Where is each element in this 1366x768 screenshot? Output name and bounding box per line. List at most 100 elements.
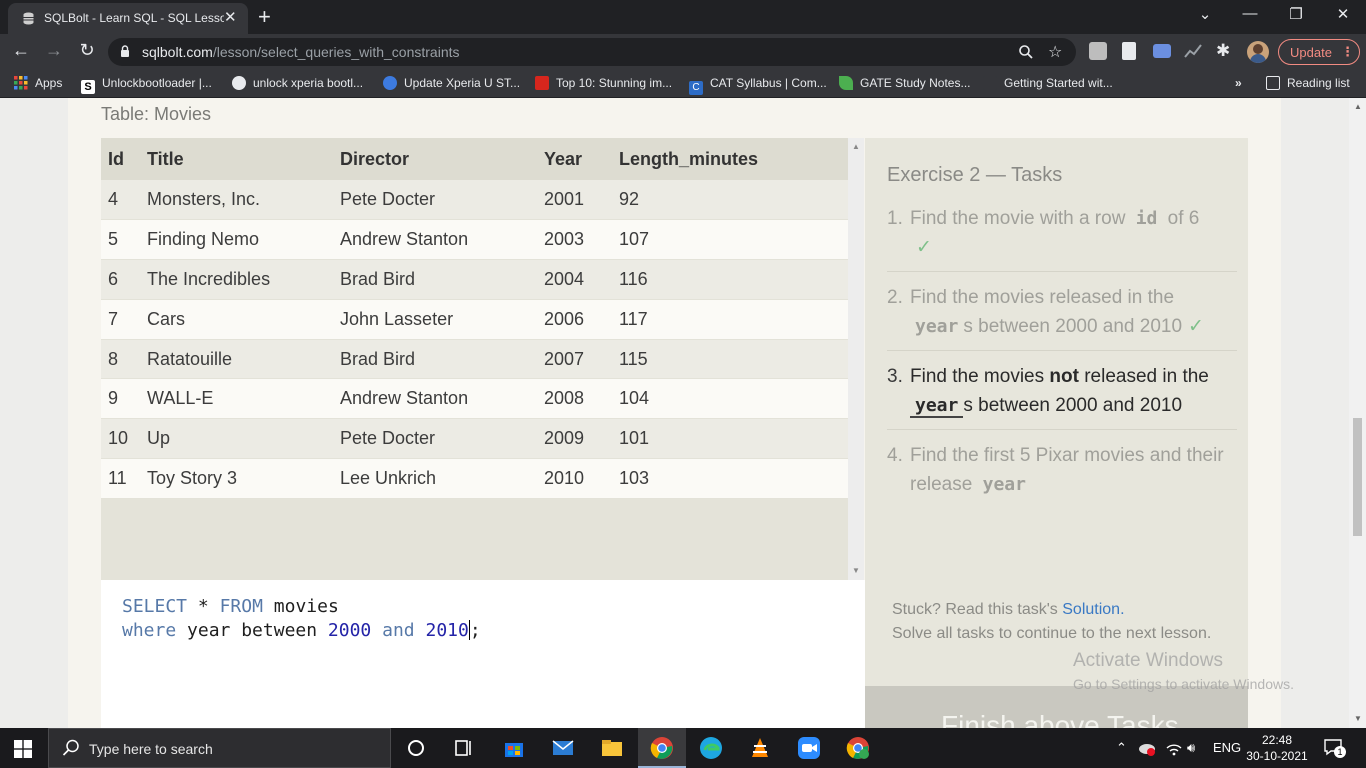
task-text: released in the bbox=[1084, 366, 1209, 387]
close-window-button[interactable]: ✕ bbox=[1333, 5, 1353, 23]
cell-length: 101 bbox=[619, 418, 848, 460]
update-button[interactable]: Update ⋮ bbox=[1278, 39, 1360, 65]
bookmark-star-icon[interactable]: ☆ bbox=[1048, 42, 1062, 62]
file-explorer-icon[interactable] bbox=[600, 736, 624, 760]
task-index: 1. bbox=[887, 208, 903, 229]
bookmark-label: unlock xperia bootl... bbox=[253, 76, 364, 90]
onedrive-error-icon[interactable] bbox=[1138, 739, 1156, 757]
sql-query-editor[interactable]: SELECT * FROM movies where year between … bbox=[101, 580, 865, 728]
page-scroll-up-icon[interactable]: ▲ bbox=[1354, 102, 1362, 111]
chrome-profile-icon[interactable] bbox=[846, 736, 870, 760]
cell-title: Finding Nemo bbox=[147, 219, 340, 261]
bookmark-getting-started[interactable]: Getting Started wit... bbox=[983, 76, 1113, 90]
bookmark-label: Unlockbootloader |... bbox=[102, 76, 212, 90]
tab-close-icon[interactable]: ✕ bbox=[224, 8, 237, 26]
chrome-icon[interactable] bbox=[650, 736, 674, 760]
zoom-icon[interactable] bbox=[1018, 44, 1034, 60]
reading-list-button[interactable]: Reading list bbox=[1266, 76, 1350, 90]
lock-icon[interactable] bbox=[120, 45, 130, 58]
scroll-down-arrow-icon[interactable]: ▼ bbox=[852, 566, 860, 575]
table-scrollbar[interactable]: ▲ ▼ bbox=[848, 138, 864, 580]
bookmark-gate-notes[interactable]: GATE Study Notes... bbox=[839, 76, 970, 90]
bookmark-label: Update Xperia U ST... bbox=[404, 76, 521, 90]
task-text: s between 2000 and 2010 bbox=[963, 316, 1183, 337]
column-header-id: Id bbox=[101, 138, 147, 180]
sql-keyword: and bbox=[382, 620, 415, 641]
show-hidden-icons-chevron-icon[interactable]: ⌃ bbox=[1116, 740, 1127, 756]
volume-icon[interactable]: 🔊︎ bbox=[1187, 740, 1195, 756]
restore-button[interactable]: ❐ bbox=[1286, 5, 1306, 23]
clock-time: 22:48 bbox=[1261, 733, 1293, 747]
bookmark-unlockbootloader[interactable]: S Unlockbootloader |... bbox=[81, 76, 212, 94]
task-emphasis: not bbox=[1049, 366, 1079, 387]
tab-search-chevron-icon[interactable]: ⌄ bbox=[1195, 5, 1215, 23]
cell-director: Lee Unkrich bbox=[340, 458, 544, 499]
wifi-icon[interactable] bbox=[1165, 739, 1183, 757]
solve-all-text: Solve all tasks to continue to the next … bbox=[892, 625, 1212, 642]
extension-chart-icon[interactable] bbox=[1184, 42, 1202, 60]
watermark-title: Activate Windows bbox=[1073, 650, 1223, 671]
bookmark-apps[interactable]: Apps bbox=[14, 76, 62, 90]
page-scroll-thumb[interactable] bbox=[1353, 418, 1362, 536]
bookmark-top-10[interactable]: Top 10: Stunning im... bbox=[535, 76, 672, 90]
page-scroll-down-icon[interactable]: ▼ bbox=[1354, 714, 1362, 723]
reload-button[interactable]: ↻ bbox=[76, 40, 98, 61]
bookmark-unlock-xperia[interactable]: unlock xperia bootl... bbox=[232, 76, 363, 90]
stuck-text: Stuck? Read this task's bbox=[892, 601, 1058, 618]
page-scrollbar[interactable]: ▲ ▼ bbox=[1349, 98, 1366, 728]
cell-year: 2004 bbox=[544, 259, 619, 300]
extensions-puzzle-icon[interactable]: ✱ bbox=[1216, 41, 1230, 61]
scroll-up-arrow-icon[interactable]: ▲ bbox=[852, 142, 860, 151]
table-row: 9 WALL-E Andrew Stanton 2008 104 bbox=[101, 378, 848, 420]
back-button[interactable]: ← bbox=[10, 40, 32, 61]
profile-avatar[interactable] bbox=[1247, 41, 1269, 63]
store-icon[interactable] bbox=[502, 736, 526, 760]
browser-toolbar: ← → ↻ sqlbolt.com/lesson/select_queries_… bbox=[0, 34, 1366, 70]
cell-director: Pete Docter bbox=[340, 418, 544, 460]
cortana-icon[interactable] bbox=[404, 736, 428, 760]
vlc-icon[interactable] bbox=[748, 736, 772, 760]
cell-title: Ratatouille bbox=[147, 339, 340, 380]
tab-title: SQLBolt - Learn SQL - SQL Lesson bbox=[44, 11, 224, 25]
extension-puzzle-1-icon[interactable] bbox=[1089, 42, 1107, 60]
ibn-logo-icon bbox=[535, 76, 549, 90]
windows-start-icon[interactable] bbox=[14, 740, 32, 758]
address-bar[interactable]: sqlbolt.com/lesson/select_queries_with_c… bbox=[108, 38, 1076, 66]
taskbar-search-box[interactable]: Type here to search bbox=[48, 728, 391, 768]
finish-tasks-button[interactable]: Finish above Tasks bbox=[865, 686, 1248, 728]
mail-icon[interactable] bbox=[551, 736, 575, 760]
bookmark-cat-syllabus[interactable]: C CAT Syllabus | Com... bbox=[689, 76, 827, 95]
system-clock[interactable]: 22:48 30-10-2021 bbox=[1244, 732, 1310, 764]
bookmark-label: GATE Study Notes... bbox=[860, 76, 971, 90]
action-center-button[interactable]: 1 bbox=[1323, 738, 1346, 758]
s-logo-icon: S bbox=[81, 80, 95, 94]
cell-director: Andrew Stanton bbox=[340, 378, 544, 420]
extension-document-icon[interactable] bbox=[1122, 42, 1136, 60]
new-tab-button[interactable]: + bbox=[258, 4, 271, 30]
language-indicator[interactable]: ENG bbox=[1213, 740, 1241, 755]
checkmark-icon: ✓ bbox=[1188, 316, 1204, 337]
sql-keyword: SELECT bbox=[122, 596, 188, 617]
windows-taskbar: Type here to search ⌃ 🔊︎ ENG 22:48 30-10… bbox=[0, 728, 1366, 768]
task-view-icon[interactable] bbox=[452, 736, 476, 760]
task-code: id bbox=[1135, 208, 1158, 229]
minimize-button[interactable]: — bbox=[1240, 5, 1260, 22]
table-row: 11 Toy Story 3 Lee Unkrich 2010 103 bbox=[101, 458, 848, 499]
more-bookmarks-chevron-icon[interactable]: » bbox=[1235, 76, 1242, 90]
cell-id: 9 bbox=[101, 378, 147, 420]
task-index: 4. bbox=[887, 445, 903, 466]
solution-link[interactable]: Solution. bbox=[1062, 601, 1124, 618]
cell-director: Brad Bird bbox=[340, 259, 544, 300]
globe-icon bbox=[232, 76, 246, 90]
cell-year: 2009 bbox=[544, 418, 619, 460]
edge-icon[interactable] bbox=[699, 736, 723, 760]
task-item-2: 2. Find the movies released in the year s … bbox=[887, 283, 1237, 351]
cell-title: WALL-E bbox=[147, 378, 340, 420]
tab-sqlbolt[interactable]: SQLBolt - Learn SQL - SQL Lesson ✕ bbox=[8, 3, 248, 34]
checkmark-icon: ✓ bbox=[916, 237, 932, 258]
forward-button[interactable]: → bbox=[43, 40, 65, 61]
zoom-app-icon[interactable] bbox=[797, 736, 821, 760]
extension-camera-icon[interactable] bbox=[1153, 44, 1171, 58]
bookmarks-bar: Apps S Unlockbootloader |... unlock xperi… bbox=[0, 70, 1366, 98]
bookmark-update-xperia[interactable]: Update Xperia U ST... bbox=[383, 76, 520, 90]
